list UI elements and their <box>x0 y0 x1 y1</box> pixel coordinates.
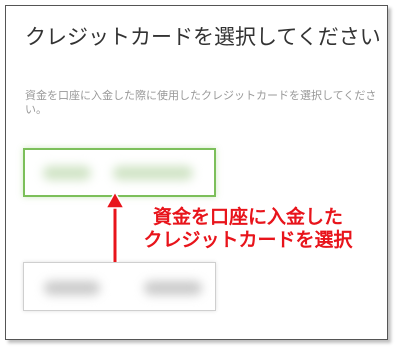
annotation-text: 資金を口座に入金した クレジットカードを選択 <box>128 206 368 252</box>
annotation-line-2: クレジットカードを選択 <box>143 229 353 251</box>
annotation-line-1: 資金を口座に入金した <box>152 206 343 228</box>
annotation-arrow-icon <box>104 190 126 262</box>
